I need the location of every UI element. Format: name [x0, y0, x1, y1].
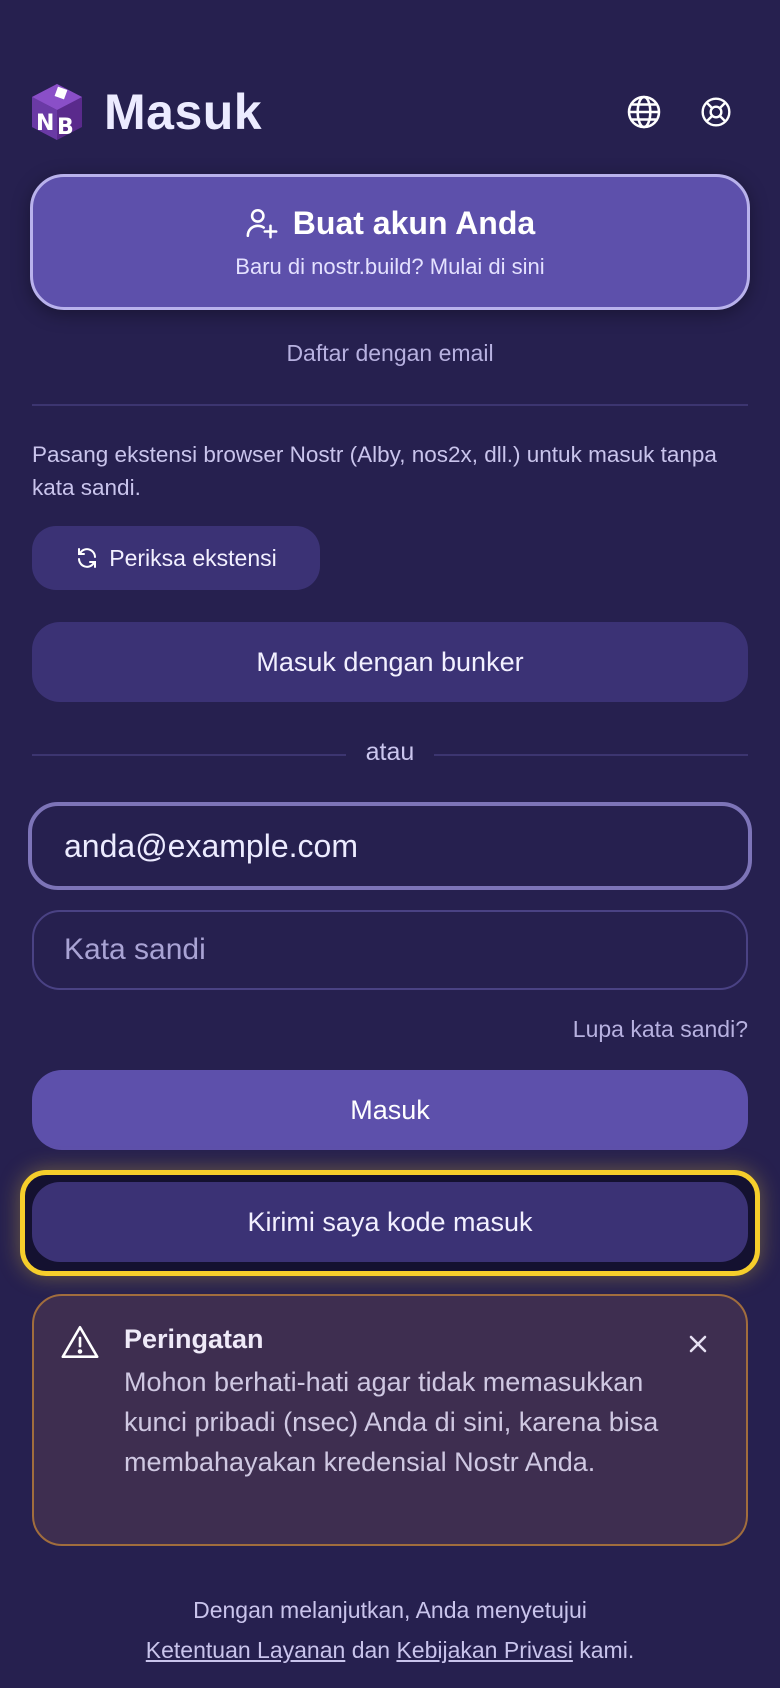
language-globe-icon[interactable]	[624, 92, 664, 132]
refresh-icon	[78, 548, 97, 568]
bunker-login-button[interactable]: Masuk dengan bunker	[32, 622, 748, 702]
page-title: Masuk	[104, 84, 263, 140]
divider	[32, 404, 748, 406]
add-user-icon	[246, 208, 278, 239]
svg-text:N: N	[36, 111, 54, 136]
close-icon[interactable]	[686, 1332, 710, 1356]
check-extension-label: Periksa ekstensi	[109, 544, 277, 571]
warning-triangle-icon	[61, 1325, 99, 1359]
create-account-title: Buat akun Anda	[292, 204, 536, 241]
header: N B Masuk	[30, 80, 750, 144]
warning-body: Mohon berhati-hati agar tidak memasukkan…	[124, 1367, 659, 1477]
login-button[interactable]: Masuk	[32, 1070, 748, 1150]
divider-right	[434, 754, 748, 756]
password-field[interactable]	[32, 910, 748, 990]
forgot-password-link[interactable]: Lupa kata sandi?	[573, 1016, 748, 1043]
divider-left	[32, 754, 346, 756]
check-extension-button[interactable]: Periksa ekstensi	[32, 526, 320, 590]
send-login-code-button[interactable]: Kirimi saya kode masuk	[32, 1182, 748, 1262]
or-separator-text: atau	[365, 738, 415, 766]
svg-text:B: B	[57, 115, 74, 140]
footer-prefix: Dengan melanjutkan, Anda menyetujui	[193, 1597, 587, 1623]
help-lifebuoy-icon[interactable]	[696, 92, 736, 132]
warning-banner: Peringatan Mohon berhati-hati agar tidak…	[32, 1294, 748, 1546]
terms-of-service-link[interactable]: Ketentuan Layanan	[146, 1637, 346, 1663]
privacy-policy-link[interactable]: Kebijakan Privasi	[396, 1637, 572, 1663]
footer-suffix: kami.	[579, 1637, 635, 1663]
create-account-button[interactable]: Buat akun Anda Baru di nostr.build? Mula…	[30, 174, 750, 310]
warning-title: Peringatan	[124, 1324, 264, 1354]
create-account-subtitle: Baru di nostr.build? Mulai di sini	[235, 253, 545, 279]
footer-and: dan	[351, 1637, 391, 1663]
signup-with-email-link[interactable]: Daftar dengan email	[0, 340, 780, 367]
legal-footer: Dengan melanjutkan, Anda menyetujui Kete…	[0, 1590, 780, 1670]
extension-description: Pasang ekstensi browser Nostr (Alby, nos…	[32, 442, 717, 500]
nostr-build-logo: N B	[32, 84, 82, 140]
email-field[interactable]	[28, 802, 752, 890]
